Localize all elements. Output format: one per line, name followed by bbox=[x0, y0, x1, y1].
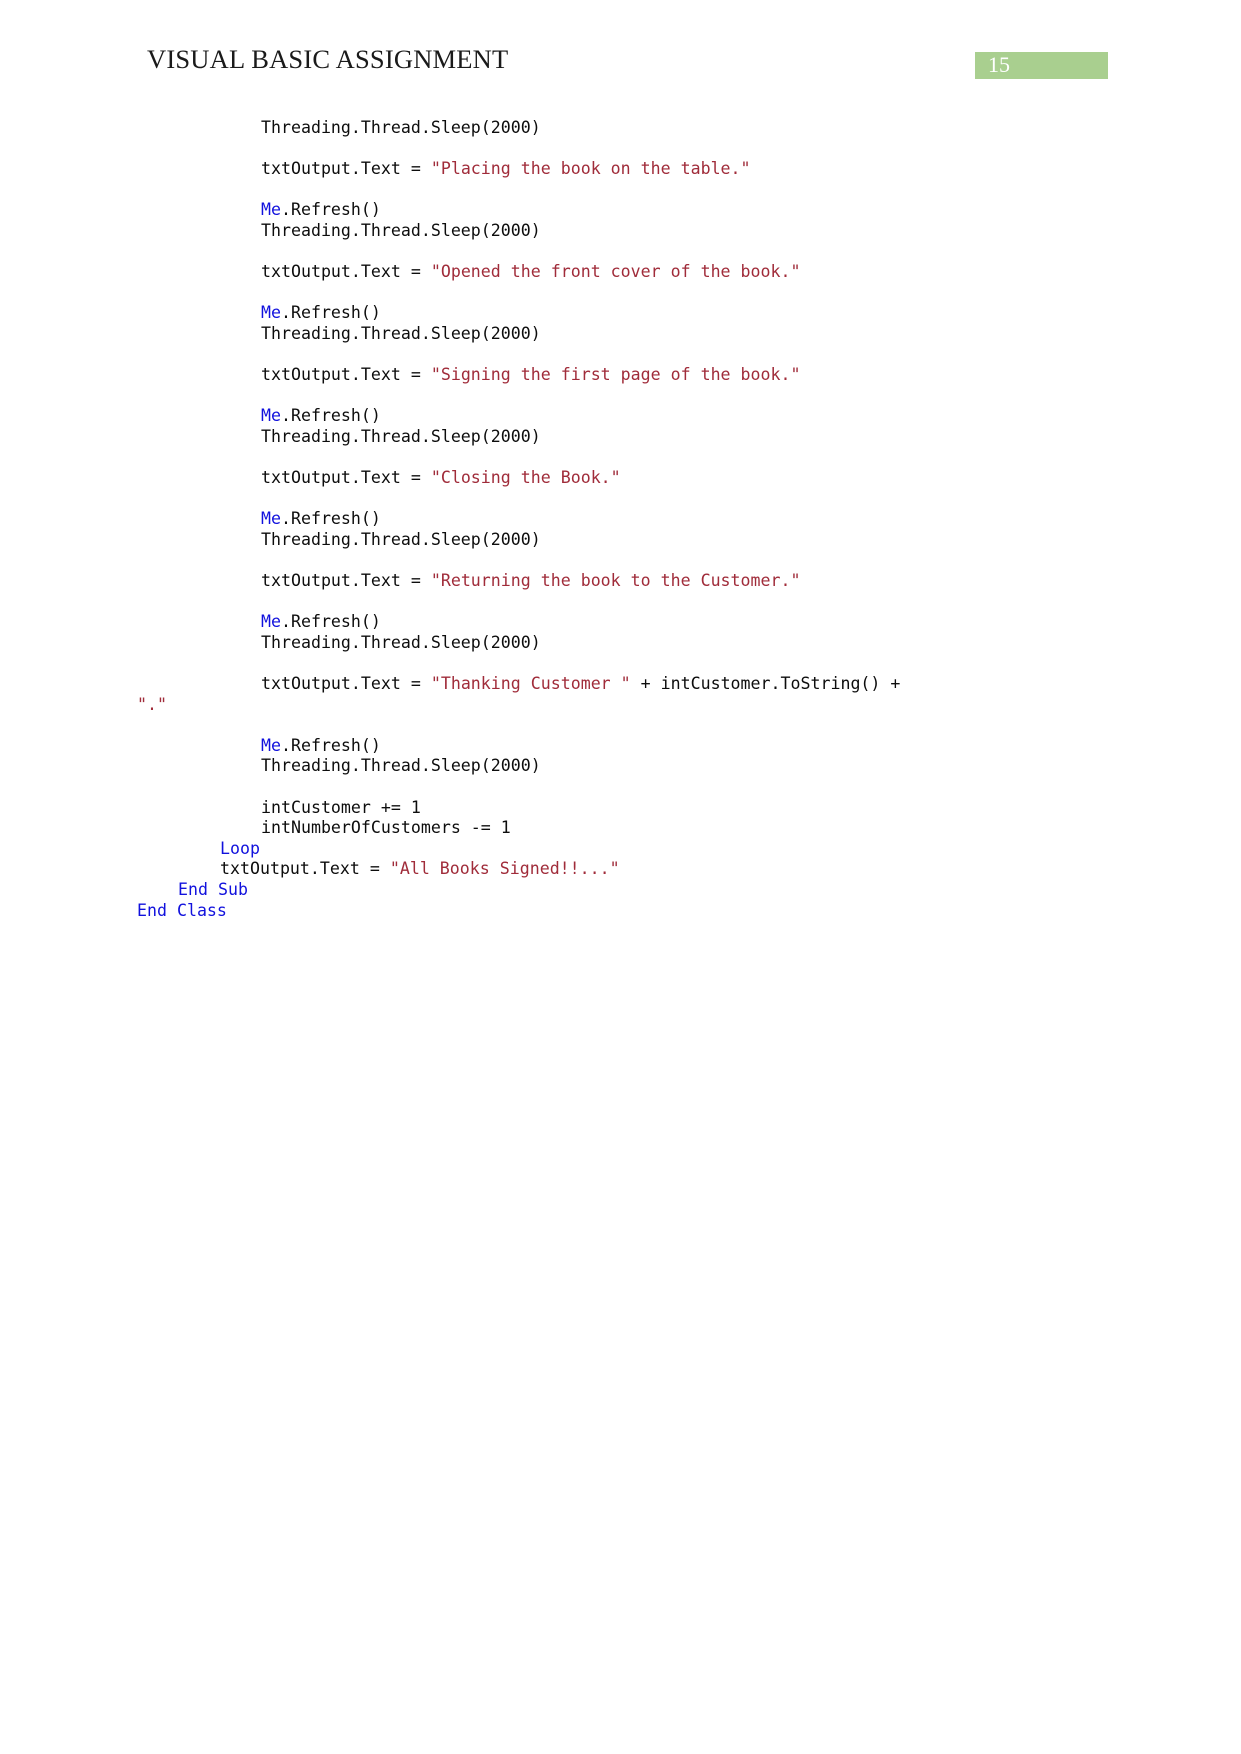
page-title: VISUAL BASIC ASSIGNMENT bbox=[147, 44, 509, 74]
code-token-kw: Loop bbox=[220, 838, 260, 858]
code-token-kw: End Class bbox=[137, 900, 227, 920]
code-token-plain: .Refresh() bbox=[280, 509, 381, 529]
code-token-str: "Thanking Customer " bbox=[430, 674, 631, 694]
code-line: Threading.Thread.Sleep(2000) bbox=[0, 427, 1241, 448]
code-token-plain: txtOutput.Text = bbox=[261, 159, 431, 179]
code-token-str: "Signing the first page of the book." bbox=[430, 365, 801, 385]
code-line: txtOutput.Text = "Thanking Customer " + … bbox=[0, 674, 1241, 695]
code-token-str: "Returning the book to the Customer." bbox=[430, 571, 801, 591]
code-token-plain: Threading.Thread.Sleep(2000) bbox=[261, 118, 541, 137]
code-token-str: "All Books Signed!!..." bbox=[389, 859, 620, 879]
code-line: Me.Refresh() bbox=[0, 736, 1241, 757]
code-line: Me.Refresh() bbox=[0, 200, 1241, 221]
code-listing: Threading.Thread.Sleep(2000) txtOutput.Te… bbox=[0, 118, 1241, 921]
code-token-plain: txtOutput.Text = bbox=[261, 365, 431, 385]
page-number-text: 15 bbox=[988, 52, 1010, 77]
code-line: intCustomer += 1 bbox=[0, 798, 1241, 819]
code-token-plain: Threading.Thread.Sleep(2000) bbox=[261, 220, 541, 240]
code-token-plain: Threading.Thread.Sleep(2000) bbox=[261, 756, 541, 776]
code-token-plain: .Refresh() bbox=[280, 303, 381, 323]
code-token-str: "." bbox=[137, 694, 167, 714]
code-token-plain: txtOutput.Text = bbox=[261, 262, 431, 282]
code-line: txtOutput.Text = "Opened the front cover… bbox=[0, 262, 1241, 283]
code-token-kw: Me bbox=[261, 200, 281, 220]
code-line: "." bbox=[0, 695, 1241, 716]
code-line: Threading.Thread.Sleep(2000) bbox=[0, 118, 1241, 139]
code-line: txtOutput.Text = "Returning the book to … bbox=[0, 571, 1241, 592]
code-line: Threading.Thread.Sleep(2000) bbox=[0, 756, 1241, 777]
code-token-str: "Opened the front cover of the book." bbox=[430, 262, 801, 282]
code-token-plain: Threading.Thread.Sleep(2000) bbox=[261, 529, 541, 549]
code-line: txtOutput.Text = "All Books Signed!!..." bbox=[0, 859, 1241, 880]
code-token-plain: .Refresh() bbox=[280, 612, 381, 632]
code-token-plain: intNumberOfCustomers -= 1 bbox=[261, 818, 511, 838]
code-line: intNumberOfCustomers -= 1 bbox=[0, 818, 1241, 839]
code-token-plain: txtOutput.Text = bbox=[261, 468, 431, 488]
code-line: Me.Refresh() bbox=[0, 612, 1241, 633]
code-line: Me.Refresh() bbox=[0, 303, 1241, 324]
code-token-str: "Closing the Book." bbox=[430, 468, 621, 488]
code-token-plain: txtOutput.Text = bbox=[261, 674, 431, 694]
code-token-plain: Threading.Thread.Sleep(2000) bbox=[261, 426, 541, 446]
document-page: VISUAL BASIC ASSIGNMENT 15 Threading.Thr… bbox=[0, 0, 1241, 1754]
code-token-plain: + intCustomer.ToString() + bbox=[630, 674, 901, 694]
code-token-plain: txtOutput.Text = bbox=[220, 859, 390, 879]
code-line: Threading.Thread.Sleep(2000) bbox=[0, 221, 1241, 242]
code-token-kw: Me bbox=[261, 509, 281, 529]
code-token-plain: .Refresh() bbox=[280, 735, 381, 755]
code-token-plain: Threading.Thread.Sleep(2000) bbox=[261, 632, 541, 652]
code-line: Threading.Thread.Sleep(2000) bbox=[0, 324, 1241, 345]
code-token-kw: Me bbox=[261, 406, 281, 426]
code-line: Threading.Thread.Sleep(2000) bbox=[0, 633, 1241, 654]
code-line: End Sub bbox=[0, 880, 1241, 901]
code-token-plain: txtOutput.Text = bbox=[261, 571, 431, 591]
code-line: Threading.Thread.Sleep(2000) bbox=[0, 530, 1241, 551]
page-number-badge: 15 bbox=[975, 52, 1108, 79]
code-token-plain: .Refresh() bbox=[280, 406, 381, 426]
code-token-kw: Me bbox=[261, 612, 281, 632]
code-token-kw: End Sub bbox=[178, 879, 248, 899]
code-token-kw: Me bbox=[261, 303, 281, 323]
code-token-kw: Me bbox=[261, 735, 281, 755]
code-token-plain: intCustomer += 1 bbox=[261, 797, 421, 817]
page-header: VISUAL BASIC ASSIGNMENT 15 bbox=[0, 44, 1241, 90]
code-line: End Class bbox=[0, 901, 1241, 922]
code-line: txtOutput.Text = "Closing the Book." bbox=[0, 468, 1241, 489]
code-line: Me.Refresh() bbox=[0, 509, 1241, 530]
code-token-str: "Placing the book on the table." bbox=[430, 159, 751, 179]
code-line: Me.Refresh() bbox=[0, 406, 1241, 427]
code-line: txtOutput.Text = "Placing the book on th… bbox=[0, 159, 1241, 180]
code-line: txtOutput.Text = "Signing the first page… bbox=[0, 365, 1241, 386]
code-token-plain: Threading.Thread.Sleep(2000) bbox=[261, 323, 541, 343]
code-line: Loop bbox=[0, 839, 1241, 860]
code-token-plain: .Refresh() bbox=[280, 200, 381, 220]
